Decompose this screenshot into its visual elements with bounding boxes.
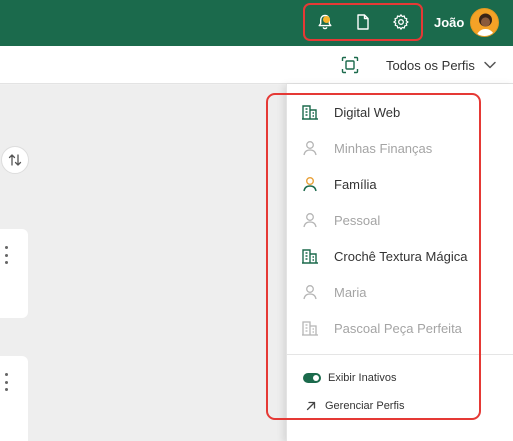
- content-card: [0, 356, 28, 441]
- highlight-box-profiles-menu: [266, 93, 481, 420]
- highlight-box-header-icons: [303, 3, 423, 41]
- user-name: João: [434, 15, 465, 30]
- profile-select-dropdown[interactable]: Todos os Perfis: [372, 46, 511, 84]
- content-card: [0, 229, 28, 318]
- kebab-menu-icon[interactable]: [3, 373, 9, 391]
- sort-arrows-icon: [8, 154, 22, 166]
- profile-select-label: Todos os Perfis: [386, 57, 475, 73]
- screen-focus-icon[interactable]: [341, 56, 359, 74]
- sub-bar: Todos os Perfis: [0, 46, 513, 84]
- chevron-down-icon: [484, 61, 496, 69]
- top-bar: João: [0, 0, 513, 46]
- avatar[interactable]: [470, 8, 499, 37]
- sort-button[interactable]: [1, 146, 29, 174]
- kebab-menu-icon[interactable]: [3, 246, 9, 264]
